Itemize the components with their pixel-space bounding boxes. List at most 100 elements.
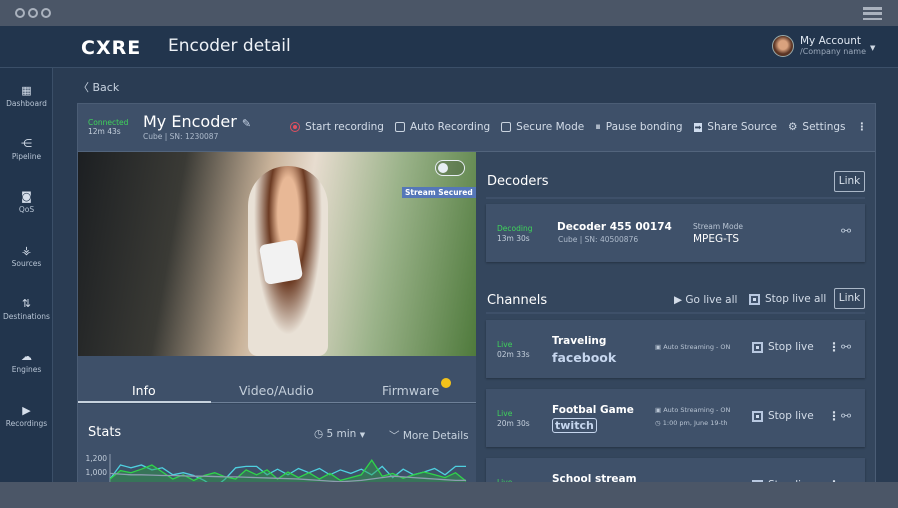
gear-icon: ⚙ xyxy=(788,121,798,133)
pause-icon: ⏸ xyxy=(595,120,601,133)
unlink-icon[interactable]: ⚯ xyxy=(841,224,851,238)
decoder-status: Decoding xyxy=(497,224,533,233)
tab-bar: Info Video/Audio Firmware xyxy=(78,356,476,403)
share-source-label: Share Source xyxy=(707,121,777,133)
go-live-all-button[interactable]: ▶ Go live all xyxy=(674,294,737,306)
more-details-button[interactable]: ﹀ More Details xyxy=(389,428,469,443)
stream-toggle[interactable] xyxy=(435,160,465,176)
chevron-down-icon[interactable]: ▼ xyxy=(870,44,875,52)
stop-live-label: Stop live xyxy=(768,410,814,422)
sidebar-item-engines[interactable]: ☁ Engines xyxy=(0,350,53,374)
decoders-link-button[interactable]: Link xyxy=(834,171,865,192)
secure-mode-checkbox[interactable]: Secure Mode xyxy=(501,121,584,133)
channels-link-button[interactable]: Link xyxy=(834,288,865,309)
sidebar-item-qos[interactable]: ◙ QoS xyxy=(0,190,53,214)
back-label: Back xyxy=(92,81,120,94)
channel-status: Live xyxy=(497,340,513,349)
go-live-all-label: Go live all xyxy=(685,294,738,306)
more-options-icon[interactable]: ⋮ xyxy=(828,340,840,354)
settings-button[interactable]: ⚙ Settings xyxy=(788,121,846,133)
pipeline-icon: ⋲ xyxy=(21,137,32,150)
tab-firmware[interactable]: Firmware xyxy=(382,383,439,398)
facebook-logo: facebook xyxy=(552,350,617,365)
back-button[interactable]: 〈 Back xyxy=(78,79,119,95)
sidebar-item-sources[interactable]: ⚶ Sources xyxy=(0,244,53,268)
pencil-icon[interactable]: ✎ xyxy=(242,117,251,130)
qos-icon: ◙ xyxy=(21,190,32,203)
account-name: My Account xyxy=(800,35,862,47)
right-column: Decoders Link Decoding 13m 30s Decoder 4… xyxy=(476,152,875,498)
divider xyxy=(486,197,865,199)
page-title: Encoder detail xyxy=(168,36,291,56)
encoder-actions: Start recording Auto Recording Secure Mo… xyxy=(290,120,867,134)
sidebar-item-recordings[interactable]: ▶ Recordings xyxy=(0,404,53,428)
stream-secured-badge: Stream Secured xyxy=(402,187,476,198)
time-range-select[interactable]: ◷ 5 min ▼ xyxy=(314,428,365,440)
window-close-button[interactable] xyxy=(15,8,25,18)
app-header: CXRE Encoder detail My Account /Company … xyxy=(0,26,898,68)
engines-icon: ☁ xyxy=(21,350,32,363)
sidebar-item-label: Sources xyxy=(11,259,42,268)
account-menu[interactable]: My Account /Company name xyxy=(772,35,866,57)
stop-live-label: Stop live xyxy=(768,341,814,353)
channel-time: 20m 30s xyxy=(497,419,530,428)
play-icon: ▶ xyxy=(674,294,683,306)
more-options-icon[interactable]: ⋮ xyxy=(857,121,868,133)
channel-card: Live 20m 30s Footbal Game twitch ▣ Auto … xyxy=(486,389,865,447)
pause-bonding-label: Pause bonding xyxy=(605,121,683,133)
auto-recording-label: Auto Recording xyxy=(409,121,491,133)
sources-icon: ⚶ xyxy=(21,244,32,257)
sidebar-item-label: QoS xyxy=(18,205,35,214)
sidebar-item-destinations[interactable]: ⇅ Destinations xyxy=(0,297,53,321)
checkbox-icon xyxy=(501,122,512,132)
decoder-name: Decoder 455 00174 xyxy=(557,221,672,233)
stop-live-all-label: Stop live all xyxy=(765,293,827,305)
window-minimize-button[interactable] xyxy=(28,8,38,18)
tab-info[interactable]: Info xyxy=(132,383,156,398)
auto-recording-checkbox[interactable]: Auto Recording xyxy=(394,121,491,133)
channel-status: Live xyxy=(497,409,513,418)
settings-label: Settings xyxy=(802,121,846,133)
auto-streaming: ▣ Auto Streaming - ON xyxy=(655,343,731,351)
schedule: ◷ 1:00 pm, June 19-th xyxy=(655,419,728,427)
auto-streaming: ▣ Auto Streaming - ON xyxy=(655,406,731,414)
stop-icon xyxy=(752,410,763,422)
unlink-icon[interactable]: ⚯ xyxy=(841,409,851,423)
time-range-value: 5 min xyxy=(326,428,357,440)
pause-bonding-button[interactable]: ⏸ Pause bonding xyxy=(595,120,682,134)
connection-uptime: 12m 43s xyxy=(88,127,121,136)
record-icon xyxy=(290,122,301,132)
update-badge-icon xyxy=(441,378,451,388)
share-icon: ➡ xyxy=(693,122,703,132)
stop-live-button[interactable]: Stop live xyxy=(752,410,814,422)
channel-card: Live 02m 33s Traveling facebook ▣ Auto S… xyxy=(486,320,865,378)
video-preview: Stream Secured xyxy=(78,152,476,356)
stats-section: Stats ◷ 5 min ▼ ﹀ More Details 1,200 1,00… xyxy=(78,404,476,488)
encoder-panel: Connected 12m 43s My Encoder ✎ Cube | SN… xyxy=(77,103,876,498)
stream-mode-label: Stream Mode xyxy=(693,222,743,231)
window-bottom-bar xyxy=(0,482,898,508)
stop-icon xyxy=(749,293,760,305)
secure-mode-label: Secure Mode xyxy=(516,121,585,133)
start-recording-button[interactable]: Start recording xyxy=(290,121,384,133)
sidebar-item-dashboard[interactable]: ▦ Dashboard xyxy=(0,84,53,108)
unlink-icon[interactable]: ⚯ xyxy=(841,340,851,354)
stats-title: Stats xyxy=(88,425,122,440)
stop-live-button[interactable]: Stop live xyxy=(752,341,814,353)
window-maximize-button[interactable] xyxy=(41,8,51,18)
divider xyxy=(486,312,865,314)
stop-live-all-button[interactable]: Stop live all xyxy=(749,293,826,305)
decoders-title: Decoders xyxy=(487,174,549,189)
share-source-button[interactable]: ➡ Share Source xyxy=(693,121,777,133)
y-tick-label: 1,000 xyxy=(86,468,108,477)
recordings-icon: ▶ xyxy=(22,404,31,417)
hamburger-icon[interactable] xyxy=(863,7,882,20)
sidebar-item-pipeline[interactable]: ⋲ Pipeline xyxy=(0,137,53,161)
schedule-label: 1:00 pm, June 19-th xyxy=(662,419,728,427)
auto-streaming-label: Auto Streaming - ON xyxy=(663,406,731,414)
tab-video-audio[interactable]: Video/Audio xyxy=(239,383,314,398)
more-options-icon[interactable]: ⋮ xyxy=(828,409,840,423)
encoder-subtitle: Cube | SN: 1230087 xyxy=(143,132,219,141)
window-titlebar xyxy=(0,0,898,26)
connection-status: Connected xyxy=(88,118,129,127)
